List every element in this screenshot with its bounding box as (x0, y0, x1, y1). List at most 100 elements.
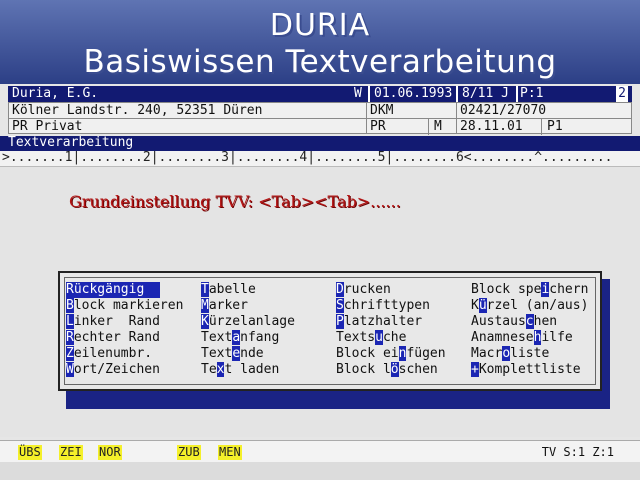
menu-item-hotkey: R (66, 330, 74, 345)
status-bar: ÜBS ZEI NOR ZUB MEN TV S:1 Z:1 (0, 440, 640, 463)
menu-item[interactable]: Wort/Zeichen (66, 362, 160, 378)
menu-item[interactable]: Rechter Rand (66, 330, 160, 346)
divider (516, 86, 518, 102)
fkey-men[interactable]: MEN (218, 445, 242, 460)
menu-item[interactable]: Textsuche (336, 330, 406, 346)
editor-titlebar: Textverarbeitung (0, 135, 640, 151)
menu-item-hotkey: e (232, 346, 241, 361)
menu-item-hotkey: P (336, 314, 344, 329)
menu-item[interactable]: Platzhalter (336, 314, 422, 330)
fkey-uebs[interactable]: ÜBS (18, 445, 42, 460)
patient-name: Duria, E.G. (12, 86, 99, 101)
birth-date: 01.06.1993 (374, 86, 453, 101)
fkey-zei[interactable]: ZEI (59, 445, 83, 460)
menu-item[interactable]: Marker (201, 298, 248, 314)
menu-item-label: hen (533, 314, 558, 329)
menu-item-label: Block ei (336, 346, 399, 361)
menu-item[interactable]: Tabelle (201, 282, 256, 298)
menu-item-label: Text (201, 330, 233, 345)
menu-item-label: eilenumbr. (73, 346, 153, 361)
patient-age: 8/11 J (462, 86, 509, 101)
insurer: DKM (370, 103, 394, 118)
menu-item-label: Macr (471, 346, 503, 361)
menu-item-label: Text (201, 346, 233, 361)
menu-item-label: fügen (406, 346, 446, 361)
menu-item[interactable]: Schrifttypen (336, 298, 430, 314)
banner-subtitle: Basiswissen Textverarbeitung (83, 44, 557, 80)
menu-item-label: ilfe (541, 330, 573, 345)
menu-item-hotkey: o (502, 346, 511, 361)
menu-item-hotkey: ü (478, 298, 487, 313)
menu-item[interactable]: +Komplettliste (471, 362, 581, 378)
menu-item[interactable]: Zeilenumbr. (66, 346, 152, 362)
bottom-strip (0, 462, 640, 480)
cursor-position: TV S:1 Z:1 (541, 445, 614, 459)
menu-item-hotkey: M (201, 298, 209, 313)
menu-item[interactable]: Kürzelanlage (201, 314, 295, 330)
menu-item-label: ort/Zeichen (73, 362, 160, 377)
patient-address: Kölner Landstr. 240, 52351 Düren (12, 103, 263, 118)
menu-item[interactable]: Austauschen (471, 314, 557, 330)
menu-item-label: Austaus (471, 314, 526, 329)
patient-details: Kölner Landstr. 240, 52351 Düren DKM 024… (8, 102, 632, 135)
menu-item[interactable]: Drucken (336, 282, 391, 298)
fkey-nor[interactable]: NOR (98, 445, 122, 460)
visit-date: 28.11.01 (460, 119, 523, 134)
menu-item[interactable]: Text laden (201, 362, 279, 378)
menu-item[interactable]: Macroliste (471, 346, 549, 362)
menu-item-label: rzel (an/aus) (486, 298, 589, 313)
divider (541, 119, 542, 135)
menu-item[interactable]: Textende (201, 346, 264, 362)
menu-item-hotkey: S (336, 298, 344, 313)
visit-code: P1 (547, 119, 563, 134)
menu-item-label: Block l (336, 362, 391, 377)
menu-item-label: che (382, 330, 407, 345)
menu-item-label: abelle (208, 282, 256, 297)
menu-item-label: rucken (343, 282, 391, 297)
divider (456, 103, 457, 133)
menu-item[interactable]: Rückgängig (66, 282, 160, 298)
text-ruler[interactable]: >.......1|........2|........3|........4|… (0, 150, 640, 167)
menu-item[interactable]: Textanfang (201, 330, 279, 346)
menu-item-hotkey: D (336, 282, 344, 297)
menu-item-label: latzhalter (343, 314, 423, 329)
menu-item[interactable]: Anamnesehilfe (471, 330, 573, 346)
menu-item-label: Texts (336, 330, 376, 345)
menu-item-label: chrifttypen (343, 298, 430, 313)
insurance-status: PR Privat (12, 119, 83, 134)
patient-header: Duria, E.G. W 01.06.1993 8/11 J P:1 2 (8, 86, 632, 102)
menu-item-hotkey: a (232, 330, 241, 345)
menu-item-label: lock markieren (73, 298, 184, 313)
menu-item-label: t laden (224, 362, 280, 377)
patient-flag: W (354, 86, 362, 101)
divider (428, 119, 429, 135)
menu-item[interactable]: Linker Rand (66, 314, 160, 330)
divider (366, 103, 367, 133)
menu-item[interactable]: Block einfügen (336, 346, 446, 362)
app-banner: DURIA Basiswissen Textverarbeitung (0, 0, 640, 84)
instruction-text: Grundeinstellung TVV: <Tab><Tab>...... (69, 192, 401, 211)
ruler-scale: >.......1|........2|........3|........4|… (2, 150, 613, 165)
menu-item[interactable]: Block speichern (471, 282, 588, 298)
menu-item-hotkey: K (201, 314, 209, 329)
menu-item-hotkey: L (66, 314, 74, 329)
fkey-zub[interactable]: ZUB (177, 445, 201, 460)
menu-item[interactable]: Kürzel (an/aus) (471, 298, 588, 314)
menu-item-label: Anamnese (471, 330, 534, 345)
menu-item-hotkey: + (471, 362, 479, 377)
menu-item-label: ürzelanlage (208, 314, 295, 329)
menu-item-hotkey: u (375, 330, 383, 345)
menu-item-hotkey: c (525, 314, 534, 329)
menu-item-hotkey: Z (66, 346, 74, 361)
menu-item-hotkey: B (66, 298, 74, 313)
menu-item[interactable]: Block löschen (336, 362, 438, 378)
menu-item-label: schen (398, 362, 438, 377)
menu-item-label: Te (201, 362, 217, 377)
menu-item-hotkey: ö (390, 362, 399, 377)
divider (368, 86, 370, 102)
menu-item[interactable]: Block markieren (66, 298, 183, 314)
menu-item-label: Rückgängig (66, 282, 145, 297)
window-number: 2 (616, 86, 628, 102)
menu-item-label: K (471, 298, 479, 313)
menu-item-label: arker (208, 298, 248, 313)
